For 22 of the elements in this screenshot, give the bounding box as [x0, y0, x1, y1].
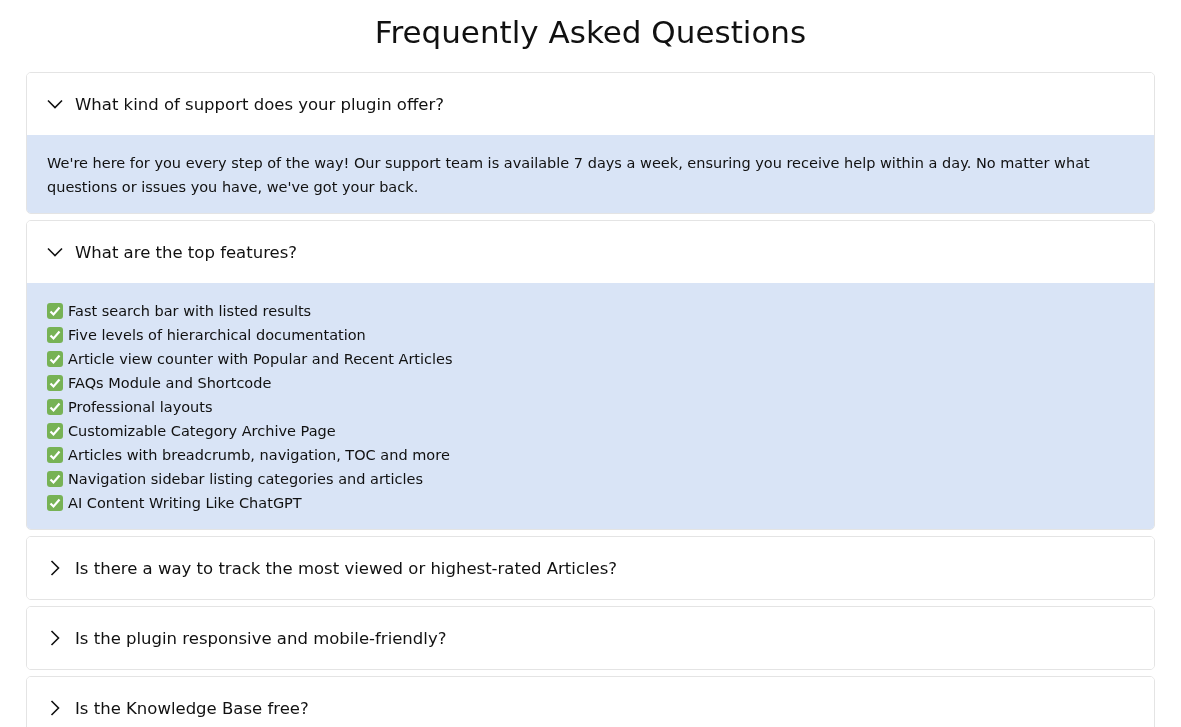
- checkmark-icon: [47, 495, 63, 511]
- checkmark-icon: [47, 423, 63, 439]
- feature-item: Article view counter with Popular and Recent Articles: [68, 350, 453, 369]
- checkmark-icon: [47, 471, 63, 487]
- checkmark-icon: [47, 447, 63, 463]
- faq-question[interactable]: Is there a way to track the most viewed or highest-rated Articles?: [27, 537, 1154, 599]
- answer-text: We're here for you every step of the way! Our support team is available 7 days a week, ensuring you receive help within a day. No matter what questions or issues you have, we've got your back.: [47, 154, 1091, 197]
- checkmark-icon: [47, 399, 63, 415]
- feature-item: Articles with breadcrumb, navigation, TOC and more: [68, 446, 450, 465]
- checkmark-icon: [47, 375, 63, 391]
- checkmark-icon: [47, 303, 63, 319]
- feature-item: Five levels of hierarchical documentation: [68, 326, 366, 345]
- feature-item: Professional layouts: [68, 398, 213, 417]
- checkmark-icon: [47, 351, 63, 367]
- checkmark-icon: [47, 327, 63, 343]
- feature-item: AI Content Writing Like ChatGPT: [68, 494, 302, 513]
- page-title: Frequently Asked Questions: [373, 13, 808, 52]
- faq-question[interactable]: Is the plugin responsive and mobile-friendly?: [27, 607, 1154, 669]
- feature-item: FAQs Module and Shortcode: [68, 374, 272, 393]
- feature-item: Navigation sidebar listing categories and articles: [68, 470, 424, 489]
- feature-item: Fast search bar with listed results: [68, 302, 312, 321]
- feature-item: Customizable Category Archive Page: [68, 422, 336, 441]
